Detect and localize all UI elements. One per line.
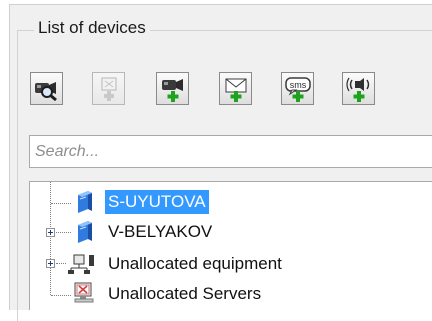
search-box[interactable] [29, 135, 432, 168]
server-icon [72, 220, 94, 244]
add-camera-button[interactable] [156, 72, 189, 105]
add-sound-button[interactable] [342, 72, 375, 105]
add-sms-icon: sms [284, 76, 312, 102]
tree-item-v-belyakov[interactable]: V-BELYAKOV [105, 220, 215, 244]
add-email-icon [223, 76, 249, 102]
tree-connector [51, 203, 71, 204]
add-camera-icon [160, 76, 186, 102]
monitor-icon [72, 282, 96, 304]
sms-text: sms [289, 80, 306, 90]
tree-item-unallocated-servers[interactable]: Unallocated Servers [105, 282, 264, 306]
tree-item-unallocated-equipment[interactable]: Unallocated equipment [105, 252, 285, 276]
add-disabled-icon [97, 76, 121, 102]
camera-search-button[interactable] [30, 72, 63, 105]
expand-toggle[interactable] [46, 259, 55, 268]
tree-connector [56, 232, 71, 233]
tree-connector [56, 263, 66, 264]
add-sound-icon [345, 76, 372, 102]
add-disabled-button[interactable] [92, 72, 125, 105]
expand-toggle[interactable] [46, 228, 55, 237]
tree-connector [50, 182, 51, 295]
tree-item-s-uyutova[interactable]: S-UYUTOVA [105, 190, 209, 214]
device-tree[interactable]: S-UYUTOVA V-BELYAKOV Unallocated equipme… [29, 181, 432, 310]
add-email-button[interactable] [219, 72, 252, 105]
canvas: List of devices sms Search... S-UYUTOVA … [0, 0, 432, 321]
camera-search-icon [34, 77, 60, 101]
search-input[interactable] [30, 136, 432, 167]
server-icon [72, 190, 94, 214]
equipment-icon [67, 252, 97, 274]
add-sms-button[interactable]: sms [281, 72, 314, 105]
tree-connector [51, 295, 71, 296]
group-title: List of devices [34, 17, 150, 39]
